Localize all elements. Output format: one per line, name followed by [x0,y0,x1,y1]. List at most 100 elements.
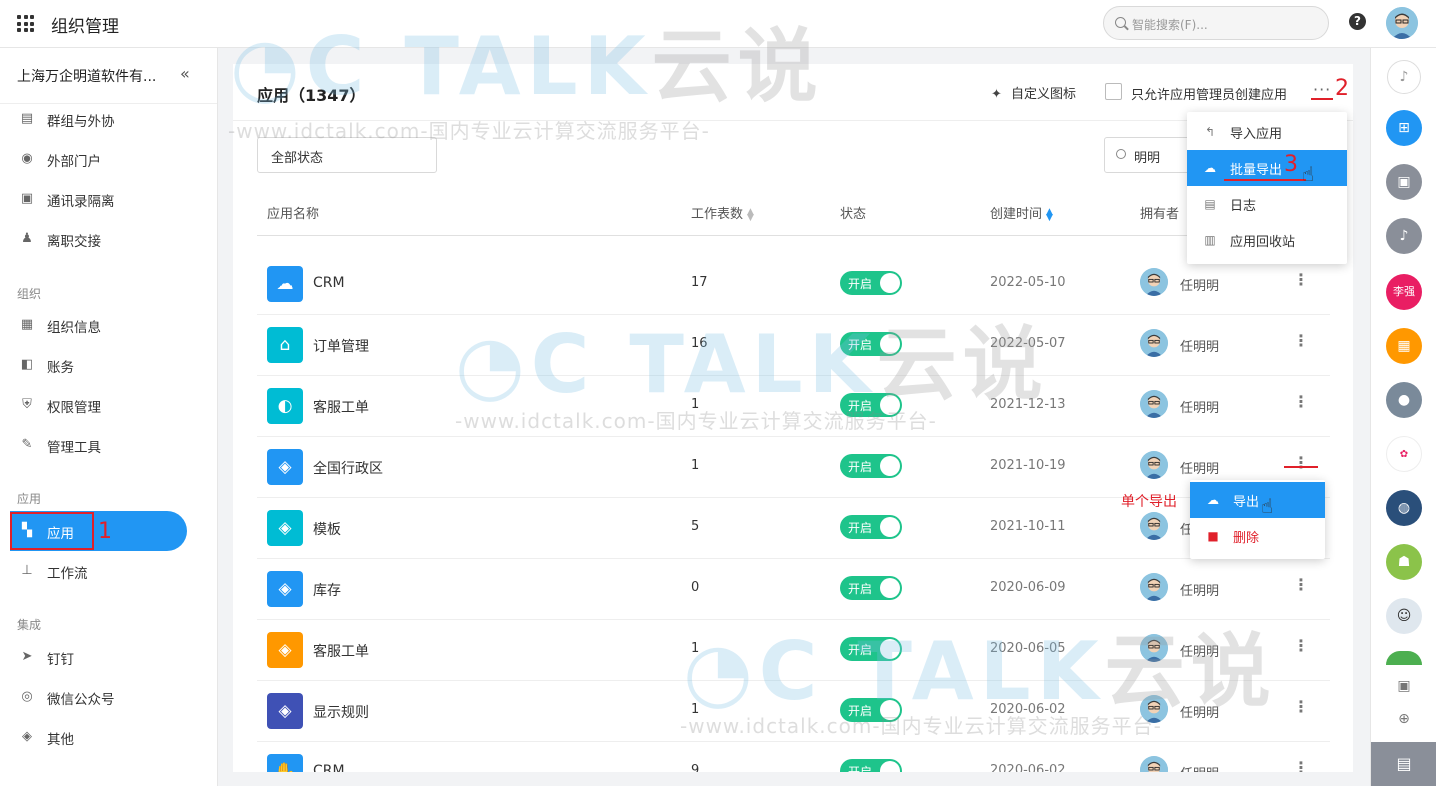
add-circle-icon[interactable]: ⊕ [1396,711,1412,727]
person-avatar[interactable]: ☺ [1386,598,1422,634]
status-toggle[interactable]: 开启 [840,698,902,722]
owner-avatar[interactable] [1140,695,1168,723]
table-row[interactable]: ✋ CRM 9 开启 2020-06-02 任明明 ⋮ [257,742,1330,772]
briefcase-icon[interactable]: ▣ [1386,164,1422,200]
status-toggle[interactable]: 开启 [840,271,902,295]
row-more-icon[interactable]: ⋮ [1293,329,1309,353]
table-row[interactable]: ◈ 全国行政区 1 开启 2021-10-19 任明明 ⋮ [257,437,1330,498]
app-name[interactable]: 客服工单 [313,641,369,661]
row-more-icon[interactable]: ⋮ [1293,756,1309,772]
hand-cursor-icon: ☝ [1302,162,1315,186]
owner-avatar[interactable] [1140,512,1168,540]
app-name[interactable]: CRM [313,763,345,772]
sidebar-item-billing[interactable]: ◧ 账务 [0,345,200,385]
app-name[interactable]: 库存 [313,580,341,600]
owner-avatar[interactable] [1140,451,1168,479]
table-row[interactable]: ◈ 显示规则 1 开启 2020-06-02 任明明 ⋮ [257,681,1330,742]
table-row[interactable]: ⌂ 订单管理 16 开启 2022-05-07 任明明 ⋮ [257,315,1330,376]
table-row[interactable]: ◐ 客服工单 1 开启 2021-12-13 任明明 ⋮ [257,376,1330,437]
contacts-icon[interactable]: ▣ [1396,678,1412,694]
partial-avatar[interactable] [1386,651,1422,665]
sidebar-item-permissions[interactable]: ⛨ 权限管理 [0,385,200,425]
collapse-sidebar-icon[interactable]: « [180,64,190,83]
headset-icon[interactable]: ◐ [267,388,303,424]
status-toggle[interactable]: 开启 [840,576,902,600]
earth-avatar[interactable]: ◍ [1386,490,1422,526]
cube-stack-icon[interactable]: ◈ [267,510,303,546]
status-toggle[interactable]: 开启 [840,759,902,772]
column-header-sheets[interactable]: 工作表数 ▲ ▼ [691,203,754,222]
sidebar-item-groups[interactable]: ▤ 群组与外协 [0,99,200,139]
sidebar-item-other[interactable]: ◈ 其他 [0,717,200,757]
cube-stack-icon[interactable]: ◈ [267,449,303,485]
sidebar-item-workflow[interactable]: ⊥ 工作流 [0,551,200,591]
sidebar-item-portal[interactable]: ◉ 外部门户 [0,139,200,179]
column-header-created[interactable]: 创建时间 ▲ ▼ [990,203,1053,222]
owner-avatar[interactable] [1140,756,1168,772]
sidebar-item-admin-tools[interactable]: ✎ 管理工具 [0,425,200,465]
toggle-panel-icon[interactable]: ▤ [1371,742,1436,786]
row-more-icon[interactable]: ⋮ [1293,634,1309,658]
robot-avatar[interactable]: ● [1386,382,1422,418]
cube-stack-icon[interactable]: ◈ [267,571,303,607]
row-more-icon[interactable]: ⋮ [1293,695,1309,719]
menu-item-import-app[interactable]: ↰ 导入应用 [1187,114,1347,150]
sidebar-item-contact-isolation[interactable]: ▣ 通讯录隔离 [0,179,200,219]
chevron-down-icon: ⌄ [271,146,282,160]
handshake-icon[interactable]: ✋ [267,754,303,772]
app-name[interactable]: 订单管理 [313,336,369,356]
owner-avatar[interactable] [1140,634,1168,662]
status-toggle[interactable]: 开启 [840,393,902,417]
app-name[interactable]: 模板 [313,519,341,539]
sidebar-item-dingtalk[interactable]: ➤ 钉钉 [0,637,200,677]
group-avatar[interactable]: ✿ [1386,436,1422,472]
app-launcher-icon[interactable] [17,15,34,32]
status-toggle[interactable]: 开启 [840,332,902,356]
user-avatar[interactable] [1386,7,1418,39]
global-search-input[interactable]: 智能搜索(F)... [1103,6,1329,40]
custom-icon-button[interactable]: ✦ 自定义图标 [991,83,1076,102]
app-name[interactable]: 显示规则 [313,702,369,722]
sidebar-item-org-info[interactable]: ▦ 组织信息 [0,305,200,345]
notification-bell-icon[interactable]: ♪ [1387,60,1421,94]
menu-item-recycle-bin[interactable]: ▥ 应用回收站 [1187,222,1347,258]
created-date: 2020-06-02 [990,702,1066,717]
app-search-input[interactable]: 明明 [1104,137,1194,173]
more-options-button[interactable]: ··· [1313,80,1331,99]
row-more-icon[interactable]: ⋮ [1293,573,1309,597]
table-row[interactable]: ☁ CRM 17 开启 2022-05-10 任明明 ⋮ [257,254,1330,315]
owner-avatar[interactable] [1140,573,1168,601]
org-chart-icon[interactable]: ⊞ [1386,110,1422,146]
row-more-icon[interactable]: ⋮ [1293,268,1309,292]
help-icon[interactable]: ? [1349,13,1366,30]
cube-stack-icon[interactable]: ◈ [267,632,303,668]
org-name[interactable]: 上海万企明道软件有... [17,66,167,86]
android-icon[interactable]: ☗ [1386,544,1422,580]
contact-avatar[interactable]: 李强 [1386,274,1422,310]
app-name[interactable]: CRM [313,275,345,291]
table-row[interactable]: ◈ 库存 0 开启 2020-06-09 任明明 ⋮ [257,559,1330,620]
bell-icon[interactable]: ♪ [1386,218,1422,254]
status-toggle[interactable]: 开启 [840,637,902,661]
status-toggle[interactable]: 开启 [840,454,902,478]
admin-only-checkbox[interactable] [1105,83,1122,100]
menu-item-export[interactable]: ☁ 导出 [1190,482,1325,518]
owner-avatar[interactable] [1140,390,1168,418]
row-more-icon[interactable]: ⋮ [1293,390,1309,414]
status-toggle[interactable]: 开启 [840,515,902,539]
cube-stack-icon[interactable]: ◈ [267,693,303,729]
row-more-icon[interactable]: ⋮ [1293,451,1309,475]
grid-apps-icon[interactable]: ▦ [1386,328,1422,364]
app-name[interactable]: 客服工单 [313,397,369,417]
sidebar-item-handover[interactable]: ♟ 离职交接 [0,219,200,259]
app-name[interactable]: 全国行政区 [313,458,383,478]
cloud-icon[interactable]: ☁ [267,266,303,302]
status-filter-select[interactable]: 全部状态 ⌄ [257,137,437,173]
sidebar-item-wechat[interactable]: ◎ 微信公众号 [0,677,200,717]
owner-avatar[interactable] [1140,329,1168,357]
owner-avatar[interactable] [1140,268,1168,296]
home-icon[interactable]: ⌂ [267,327,303,363]
menu-item-delete[interactable]: ■ 删除 [1190,518,1325,554]
menu-item-log[interactable]: ▤ 日志 [1187,186,1347,222]
table-row[interactable]: ◈ 客服工单 1 开启 2020-06-05 任明明 ⋮ [257,620,1330,681]
